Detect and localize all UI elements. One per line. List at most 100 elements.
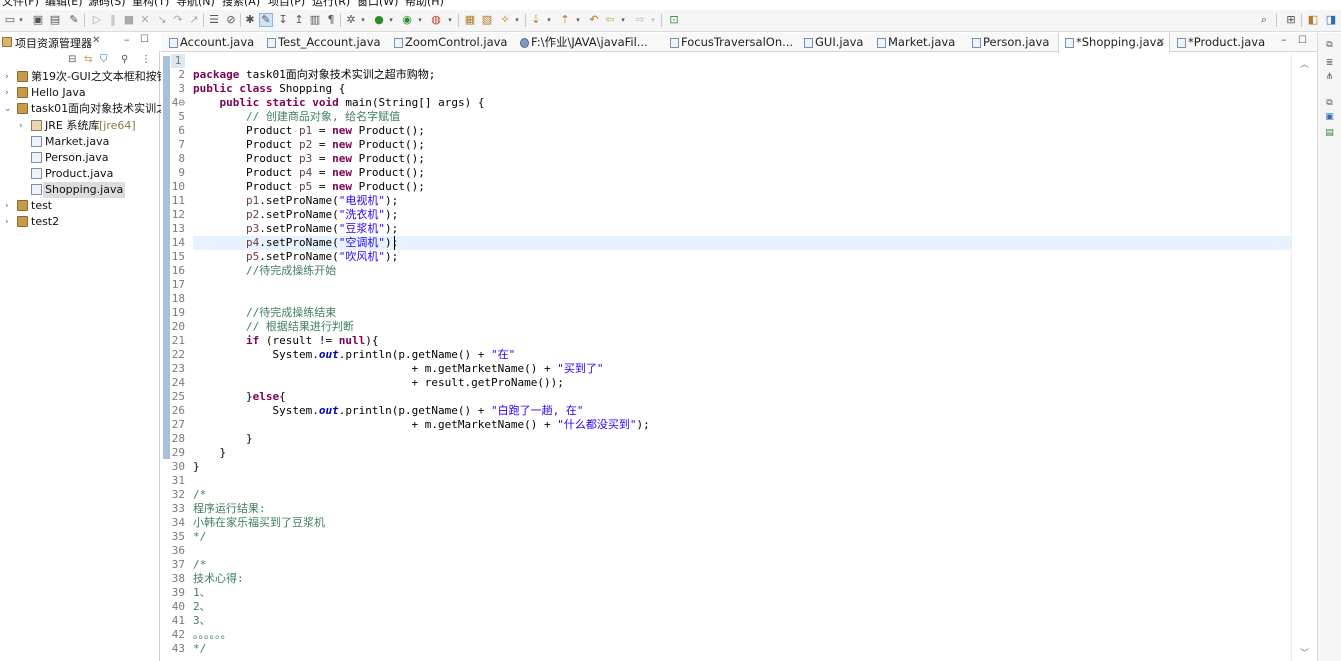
tree-item-project[interactable]: ⌄ task01面向对象技术实训之 <box>0 101 167 117</box>
last-edit-icon[interactable]: ↶ <box>587 13 601 27</box>
tab-market[interactable]: Market.java <box>871 33 966 52</box>
tab-zoom-control[interactable]: ZoomControl.java <box>388 33 514 52</box>
tab-test-account[interactable]: Test_Account.java <box>261 33 388 52</box>
chevron-down-icon[interactable]: ▾ <box>359 13 367 27</box>
tab-person[interactable]: Person.java <box>966 33 1058 52</box>
chevron-right-icon[interactable]: › <box>19 118 27 134</box>
maximize-icon[interactable]: ☐ <box>140 34 149 45</box>
outline-icon[interactable]: ≣ <box>1324 57 1335 68</box>
step-over-icon[interactable]: ↷ <box>171 13 185 27</box>
close-icon[interactable]: ✕ <box>92 35 100 46</box>
prev-edit-icon[interactable]: ⇡ <box>558 13 572 27</box>
menu-run[interactable]: 运行(R) <box>312 0 350 9</box>
view-menu-icon[interactable]: ⋮ <box>141 54 151 65</box>
chevron-right-icon[interactable]: › <box>5 85 13 101</box>
run-icon[interactable]: ● <box>372 13 386 27</box>
tree-item-project[interactable]: › 第19次-GUI之文本框和按钮 <box>0 69 168 85</box>
restore-icon[interactable]: ⧉ <box>1324 39 1335 50</box>
highlight-icon[interactable]: ✎ <box>259 13 273 27</box>
chevron-down-icon[interactable]: ▾ <box>513 13 521 27</box>
maximize-icon[interactable]: ☐ <box>1298 35 1307 46</box>
menu-search[interactable]: 搜索(A) <box>222 0 260 9</box>
chevron-down-icon[interactable]: ⌄ <box>4 101 12 117</box>
external-tools-icon[interactable]: ◍ <box>429 13 443 27</box>
java-ee-perspective-icon[interactable]: ◧ <box>1306 13 1320 27</box>
pin-editor-icon[interactable]: ⊡ <box>667 13 681 27</box>
minimize-icon[interactable]: – <box>1281 33 1287 46</box>
chevron-down-icon[interactable]: ▾ <box>545 13 553 27</box>
search-tool-icon[interactable]: ✧ <box>498 13 512 27</box>
menu-edit[interactable]: 编辑(E) <box>45 0 83 9</box>
save-all-icon[interactable]: ▤ <box>48 13 62 27</box>
tab-gui[interactable]: GUI.java <box>798 33 871 52</box>
chevron-right-icon[interactable]: › <box>5 69 13 85</box>
chevron-down-icon[interactable]: ▾ <box>574 13 582 27</box>
suspend-icon[interactable]: ‖ <box>106 13 120 27</box>
open-type-icon[interactable]: ▧ <box>480 13 494 27</box>
hierarchy-icon[interactable]: ⋔ <box>1324 71 1335 82</box>
chevron-down-icon[interactable]: ▾ <box>446 13 454 27</box>
new-icon[interactable]: ▭ <box>3 13 17 27</box>
step-into-icon[interactable]: ↘ <box>155 13 169 27</box>
back-icon[interactable]: ⇦ <box>603 13 617 27</box>
next-edit-icon[interactable]: ⇣ <box>529 13 543 27</box>
save-icon[interactable]: ▣ <box>31 13 45 27</box>
forward-icon[interactable]: ⇨ <box>633 13 647 27</box>
menu-help[interactable]: 帮助(H) <box>405 0 444 9</box>
tab-focus-traversal[interactable]: FocusTraversalOn... <box>664 33 798 52</box>
tree-item-project[interactable]: › Hello Java <box>0 85 160 101</box>
disconnect-icon[interactable]: ✕ <box>138 13 152 27</box>
tree-item-project[interactable]: › test2 <box>0 214 160 230</box>
menu-refactor[interactable]: 重构(T) <box>132 0 169 9</box>
menu-window[interactable]: 窗口(W) <box>357 0 398 9</box>
close-icon[interactable]: ✕ <box>1157 33 1165 52</box>
open-perspective-icon[interactable]: ⊞ <box>1284 13 1298 27</box>
block-selection-icon[interactable]: ▥ <box>308 13 322 27</box>
chevron-down-icon[interactable]: ▾ <box>416 13 424 27</box>
filter-icon[interactable]: ⛉ <box>100 54 108 65</box>
chevron-down-icon[interactable]: ▾ <box>619 13 627 27</box>
prev-annotation-icon[interactable]: ↥ <box>292 13 306 27</box>
overview-ruler[interactable]: ︿ ﹀ <box>1291 53 1317 661</box>
tab-shopping[interactable]: *Shopping.java ✕ <box>1058 33 1170 53</box>
tree-item-file[interactable]: Product.java <box>0 166 160 182</box>
mark-occurrences-icon[interactable]: ✱ <box>243 13 257 27</box>
tree-item-file-selected[interactable]: Shopping.java <box>0 182 160 198</box>
link-with-editor-icon[interactable]: ⇆ <box>84 54 92 65</box>
code-editor[interactable]: 1 2 3 4⊖ 5 6 7 8 9 10 11 12 13 14 15 16 17 18 19 20 21 22 23 24… <box>161 53 1291 661</box>
menu-file[interactable]: 文件(F) <box>2 0 39 9</box>
next-annotation-icon[interactable]: ↧ <box>276 13 290 27</box>
java-perspective-icon[interactable]: ◨ <box>1324 13 1338 27</box>
tree-item-file[interactable]: Person.java <box>0 150 160 166</box>
console-icon[interactable]: ▤ <box>1324 127 1335 138</box>
tab-product[interactable]: *Product.java <box>1171 33 1271 52</box>
search-icon[interactable]: ⌕ <box>1257 13 1271 27</box>
restore-icon[interactable]: ⧉ <box>1324 97 1335 108</box>
scroll-down-icon[interactable]: ﹀ <box>1300 646 1309 659</box>
collapse-all-icon[interactable]: ⊟ <box>68 54 76 65</box>
minimize-icon[interactable]: – <box>124 33 130 46</box>
explorer-tab[interactable]: 项目资源管理器 ✕ – ☐ <box>0 33 160 51</box>
scroll-up-icon[interactable]: ︿ <box>1300 57 1309 70</box>
tree-item-library[interactable]: › JRE 系统库 [jre64] <box>0 118 160 134</box>
resume-icon[interactable]: ▷ <box>90 13 104 27</box>
chevron-right-icon[interactable]: › <box>5 198 13 214</box>
chevron-down-icon[interactable]: ▾ <box>17 13 25 27</box>
problems-icon[interactable]: ▣ <box>1324 111 1335 122</box>
step-return-icon[interactable]: ↗ <box>187 13 201 27</box>
open-console-icon[interactable]: ☰ <box>207 13 221 27</box>
terminate-icon[interactable]: ■ <box>122 13 136 27</box>
tab-account[interactable]: Account.java <box>163 33 261 52</box>
show-whitespace-icon[interactable]: ¶ <box>324 13 338 27</box>
pin-icon[interactable]: ✎ <box>67 13 81 27</box>
chevron-right-icon[interactable]: › <box>5 214 13 230</box>
chevron-down-icon[interactable]: ▾ <box>649 13 657 27</box>
debug-icon[interactable]: ✲ <box>344 13 358 27</box>
chevron-down-icon[interactable]: ▾ <box>387 13 395 27</box>
new-package-icon[interactable]: ▦ <box>463 13 477 27</box>
menu-project[interactable]: 项目(P) <box>268 0 305 9</box>
pin-icon[interactable]: ⚲ <box>121 54 128 65</box>
skip-breakpoints-icon[interactable]: ⊘ <box>224 13 238 27</box>
tree-item-project[interactable]: › test <box>0 198 160 214</box>
menu-navigate[interactable]: 导航(N) <box>176 0 215 9</box>
